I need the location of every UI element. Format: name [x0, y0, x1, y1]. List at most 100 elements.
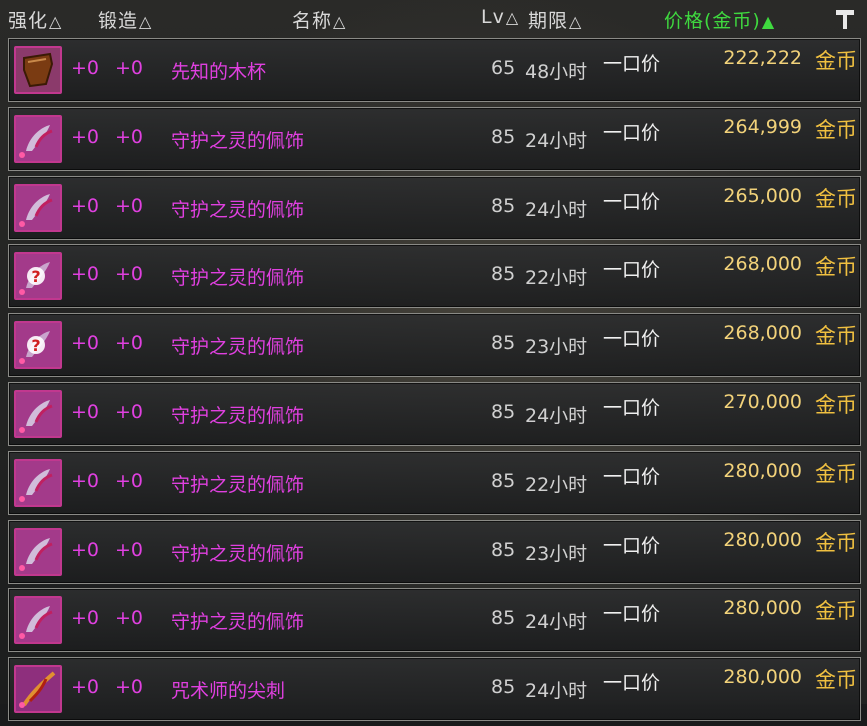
item-level: 85 [491, 332, 516, 355]
wooden-cup-icon[interactable] [14, 46, 62, 94]
column-header: 强化△ 锻造△ 名称△ Lv△ 期限△ 价格(金币)▲ [0, 0, 867, 36]
price-value: 280,000 [723, 597, 802, 620]
item-level: 85 [491, 125, 516, 148]
expire-time: 23小时 [525, 336, 588, 359]
enhance-value: +0 [71, 263, 100, 286]
enhance-value: +0 [71, 400, 100, 423]
currency-label: 金币 [815, 186, 857, 211]
listing-row[interactable]: ? +0 +0 守护之灵的佩饰 85 23小时 一口价 268,000 金币 [8, 313, 861, 378]
guardian-ornament-icon[interactable] [14, 527, 62, 576]
expire-time: 24小时 [525, 129, 588, 152]
enhance-value: +0 [71, 57, 100, 79]
item-name: 守护之灵的佩饰 [171, 611, 305, 634]
guardian-ornament-icon[interactable] [14, 183, 62, 232]
guardian-ornament-icon[interactable] [14, 114, 62, 163]
listing-row[interactable]: +0 +0 咒术师的尖刺 85 24小时 一口价 280,000 金币 [8, 657, 861, 722]
header-name-label: 名称 [292, 10, 333, 32]
forge-value: +0 [115, 400, 144, 423]
price-value: 268,000 [723, 322, 802, 345]
sale-type: 一口价 [603, 396, 661, 419]
sorcerer-spike-icon[interactable] [14, 665, 62, 714]
enhance-value: +0 [71, 194, 100, 217]
expire-time: 22小时 [525, 267, 588, 290]
item-level: 85 [491, 263, 516, 286]
item-name: 守护之灵的佩饰 [171, 542, 305, 565]
price-value: 280,000 [723, 459, 802, 482]
forge-value: +0 [115, 469, 144, 492]
currency-label: 金币 [815, 324, 857, 349]
header-expire-label: 期限 [528, 10, 569, 32]
sort-enhance[interactable]: 强化△ [8, 6, 62, 33]
item-level: 85 [491, 469, 516, 492]
forge-value: +0 [115, 57, 144, 79]
price-value: 268,000 [723, 253, 802, 276]
item-name: 咒术师的尖刺 [171, 680, 286, 703]
item-name: 守护之灵的佩饰 [171, 336, 305, 359]
guardian-ornament-icon[interactable] [14, 389, 62, 438]
expire-time: 22小时 [525, 473, 588, 496]
expire-time: 24小时 [525, 680, 588, 703]
listing-row[interactable]: +0 +0 守护之灵的佩饰 85 23小时 一口价 280,000 金币 [8, 519, 861, 584]
enhance-value: +0 [71, 125, 100, 148]
sort-lv[interactable]: Lv△ [481, 6, 519, 28]
sort-name[interactable]: 名称△ [292, 6, 346, 33]
sort-forge[interactable]: 锻造△ [98, 6, 152, 33]
expire-time: 23小时 [525, 542, 588, 565]
listing-row[interactable]: +0 +0 守护之灵的佩饰 85 24小时 一口价 265,000 金币 [8, 175, 861, 240]
item-name: 先知的木杯 [171, 61, 267, 83]
expire-time: 24小时 [525, 611, 588, 634]
item-level: 85 [491, 538, 516, 561]
item-name: 守护之灵的佩饰 [171, 198, 305, 221]
currency-label: 金币 [815, 530, 857, 555]
triangle-up-icon: △ [569, 12, 583, 31]
enhance-value: +0 [71, 607, 100, 630]
header-enhance-label: 强化 [8, 10, 49, 32]
item-level: 85 [491, 400, 516, 423]
listing-row[interactable]: +0 +0 守护之灵的佩饰 85 22小时 一口价 280,000 金币 [8, 450, 861, 515]
sort-price[interactable]: 价格(金币)▲ [664, 6, 775, 33]
unidentified-ornament-icon[interactable]: ? [14, 321, 62, 370]
enhance-value: +0 [71, 469, 100, 492]
sale-type: 一口价 [603, 465, 661, 488]
svg-text:?: ? [31, 336, 40, 355]
currency-label: 金币 [815, 255, 857, 280]
listing-row[interactable]: +0 +0 守护之灵的佩饰 85 24小时 一口价 280,000 金币 [8, 588, 861, 653]
sale-type: 一口价 [603, 53, 661, 75]
currency-label: 金币 [815, 461, 857, 486]
item-name: 守护之灵的佩饰 [171, 129, 305, 152]
unidentified-ornament-icon[interactable]: ? [14, 252, 62, 301]
sort-expire[interactable]: 期限△ [528, 6, 582, 33]
filled-triangle-up-icon: ▲ [761, 12, 776, 31]
svg-text:?: ? [31, 267, 40, 286]
listing-table: +0 +0 先知的木杯 65 48小时 一口价 222,222 金币 +0 +0… [8, 38, 861, 726]
listing-row[interactable]: ? +0 +0 守护之灵的佩饰 85 22小时 一口价 268,000 金币 [8, 244, 861, 309]
sale-type: 一口价 [603, 121, 661, 144]
listing-row[interactable]: +0 +0 守护之灵的佩饰 85 24小时 一口价 264,999 金币 [8, 106, 861, 171]
forge-value: +0 [115, 676, 144, 699]
enhance-value: +0 [71, 332, 100, 355]
forge-value: +0 [115, 332, 144, 355]
header-forge-label: 锻造 [98, 10, 139, 32]
expire-time: 24小时 [525, 198, 588, 221]
header-lv-label: Lv [481, 6, 505, 28]
enhance-value: +0 [71, 538, 100, 561]
forge-value: +0 [115, 263, 144, 286]
listing-row[interactable]: +0 +0 先知的木杯 65 48小时 一口价 222,222 金币 [8, 38, 861, 102]
triangle-up-icon: △ [333, 12, 347, 31]
item-level: 85 [491, 194, 516, 217]
forge-value: +0 [115, 538, 144, 561]
currency-label: 金币 [815, 117, 857, 142]
sale-type: 一口价 [603, 603, 661, 626]
price-value: 280,000 [723, 666, 802, 689]
triangle-up-icon: △ [139, 12, 153, 31]
header-price-label: 价格(金币) [664, 10, 761, 32]
guardian-ornament-icon[interactable] [14, 596, 62, 645]
currency-label: 金币 [815, 49, 857, 73]
currency-label: 金币 [815, 599, 857, 624]
guardian-ornament-icon[interactable] [14, 458, 62, 507]
item-name: 守护之灵的佩饰 [171, 267, 305, 290]
sale-type: 一口价 [603, 190, 661, 213]
hammer-icon[interactable] [834, 8, 856, 30]
price-value: 280,000 [723, 528, 802, 551]
listing-row[interactable]: +0 +0 守护之灵的佩饰 85 24小时 一口价 270,000 金币 [8, 381, 861, 446]
